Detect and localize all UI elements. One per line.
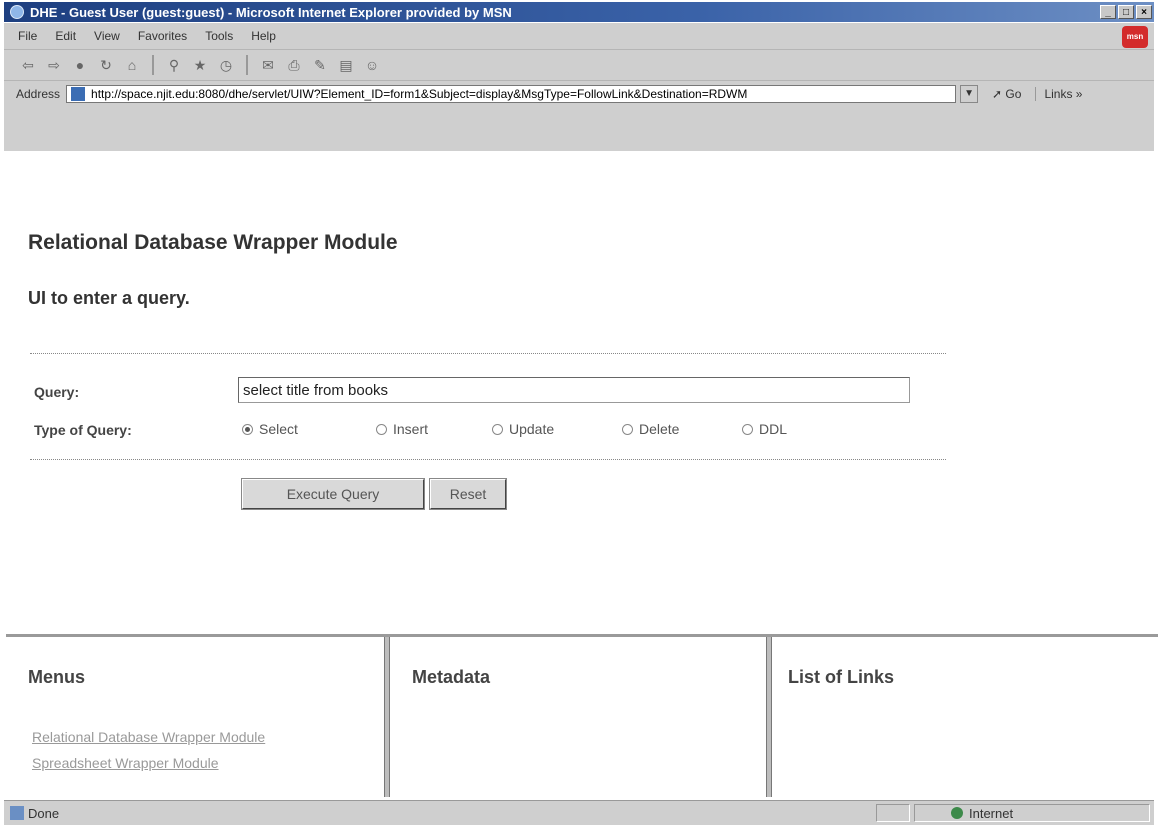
menu-file[interactable]: File (18, 29, 37, 43)
search-icon[interactable]: ⚲ (164, 55, 184, 75)
radio-label: Delete (639, 421, 680, 437)
metadata-frame: Metadata (390, 637, 766, 797)
link-spreadsheet-wrapper[interactable]: Spreadsheet Wrapper Module (32, 755, 219, 771)
menus-frame: Menus Relational Database Wrapper Module… (6, 637, 384, 797)
menus-title: Menus (28, 667, 86, 687)
messenger-icon[interactable]: ☺ (362, 55, 382, 75)
minimize-button[interactable]: _ (1100, 5, 1116, 19)
browser-window: DHE - Guest User (guest:guest) - Microso… (0, 0, 1158, 828)
window-controls: _ □ × (1100, 5, 1152, 19)
forward-icon[interactable]: ⇨ (44, 55, 64, 75)
menu-view[interactable]: View (94, 29, 120, 43)
links-frame: List of Links (772, 637, 1158, 797)
top-divider (30, 353, 946, 354)
page-done-icon (10, 806, 24, 820)
standard-toolbar: ⇦ ⇨ ● ↻ ⌂ ⚲ ★ ◷ ✉ ⎙ ✎ ▤ ☺ (4, 50, 1154, 81)
page-content: Relational Database Wrapper Module UI to… (6, 153, 1154, 633)
msn-logo-icon: msn (1122, 26, 1148, 48)
menu-bar: File Edit View Favorites Tools Help msn (4, 23, 1154, 50)
address-bar: Address http://space.njit.edu:8080/dhe/s… (4, 81, 1154, 107)
radio-dot (622, 423, 633, 435)
page-title: Relational Database Wrapper Module (28, 231, 398, 254)
globe-icon (951, 807, 963, 819)
radio-label: Select (259, 421, 298, 437)
radio-select[interactable]: Select (242, 421, 298, 437)
links-button[interactable]: Links » (1035, 87, 1082, 101)
title-bar: DHE - Guest User (guest:guest) - Microso… (4, 2, 1154, 22)
edit-icon[interactable]: ✎ (310, 55, 330, 75)
reset-button[interactable]: Reset (429, 478, 507, 510)
menu-help[interactable]: Help (251, 29, 276, 43)
radio-insert[interactable]: Insert (376, 421, 428, 437)
radio-label: Insert (393, 421, 429, 437)
radio-delete[interactable]: Delete (622, 421, 679, 437)
mail-icon[interactable]: ✉ (258, 55, 278, 75)
toolbar-separator (152, 55, 154, 75)
zone-text: Internet (969, 805, 1014, 821)
browser-chrome: File Edit View Favorites Tools Help msn … (4, 23, 1154, 151)
address-url: http://space.njit.edu:8080/dhe/servlet/U… (91, 87, 748, 101)
favorites-icon[interactable]: ★ (190, 55, 210, 75)
maximize-button[interactable]: □ (1118, 5, 1134, 19)
refresh-icon[interactable]: ↻ (96, 55, 116, 75)
stop-icon[interactable]: ● (70, 55, 90, 75)
metadata-title: Metadata (412, 667, 491, 687)
page-icon (71, 87, 86, 101)
execute-query-button[interactable]: Execute Query (241, 478, 425, 510)
back-icon[interactable]: ⇦ (18, 55, 38, 75)
radio-dot (492, 423, 503, 435)
status-text: Done (28, 805, 60, 821)
address-label: Address (16, 87, 61, 101)
radio-label: DDL (759, 421, 788, 437)
toolbar-separator (246, 55, 248, 75)
history-icon[interactable]: ◷ (216, 55, 236, 75)
link-relational-db-wrapper[interactable]: Relational Database Wrapper Module (32, 729, 265, 745)
radio-dot (376, 423, 387, 435)
radio-dot (242, 423, 253, 435)
menu-edit[interactable]: Edit (55, 29, 76, 43)
zone-panel: Internet (914, 804, 1150, 822)
radio-update[interactable]: Update (492, 421, 554, 437)
query-input[interactable]: select title from books (238, 377, 910, 403)
status-panel (876, 804, 910, 822)
close-button[interactable]: × (1136, 5, 1152, 19)
radio-dot (742, 423, 753, 435)
type-label: Type of Query: (34, 422, 132, 438)
radio-label: Update (509, 421, 555, 437)
radio-ddl[interactable]: DDL (742, 421, 787, 437)
menu-favorites[interactable]: Favorites (138, 29, 187, 43)
discuss-icon[interactable]: ▤ (336, 55, 356, 75)
menu-tools[interactable]: Tools (205, 29, 233, 43)
address-input[interactable]: http://space.njit.edu:8080/dhe/servlet/U… (66, 85, 957, 103)
ie-logo-icon (10, 5, 24, 19)
query-value: select title from books (243, 381, 389, 399)
home-icon[interactable]: ⌂ (122, 55, 142, 75)
go-label: Go (1005, 87, 1022, 101)
go-button[interactable]: ➚ Go (992, 87, 1021, 101)
query-label: Query: (34, 384, 80, 400)
window-title: DHE - Guest User (guest:guest) - Microso… (30, 4, 512, 20)
page-subtitle: UI to enter a query. (28, 288, 190, 308)
bottom-frames: Menus Relational Database Wrapper Module… (6, 634, 1158, 797)
print-icon[interactable]: ⎙ (284, 55, 304, 75)
address-dropdown-icon[interactable]: ▼ (960, 85, 979, 103)
status-bar: Done Internet (4, 800, 1154, 825)
bottom-divider (30, 459, 946, 460)
links-title: List of Links (788, 667, 895, 687)
